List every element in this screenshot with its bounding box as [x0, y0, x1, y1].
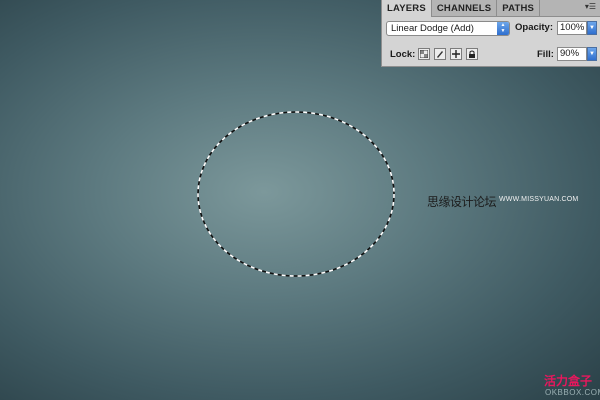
fill-label: Fill:: [537, 49, 554, 60]
tab-channels[interactable]: CHANNELS: [432, 0, 498, 16]
lock-transparent-pixels-icon[interactable]: [418, 48, 430, 60]
panel-menu-icon[interactable]: ▾☰: [585, 2, 596, 11]
tab-paths[interactable]: PATHS: [497, 0, 541, 16]
fill-dropdown-arrow-icon[interactable]: ▼: [587, 47, 597, 61]
tab-layers[interactable]: LAYERS: [382, 0, 432, 17]
blend-mode-select[interactable]: Linear Dodge (Add) ▲ ▼: [386, 21, 510, 36]
watermark-text: 思缘设计论坛: [427, 195, 497, 209]
blend-mode-value: Linear Dodge (Add): [391, 23, 474, 34]
lock-label: Lock:: [390, 49, 416, 60]
lock-image-pixels-icon[interactable]: [434, 48, 446, 60]
opacity-label: Opacity:: [515, 22, 554, 33]
layers-panel: LAYERS CHANNELS PATHS ▾☰ Linear Dodge (A…: [381, 0, 600, 67]
corner-logo-text: 活力盒子: [544, 374, 593, 388]
opacity-field[interactable]: 100%: [557, 21, 587, 35]
corner-logo-url: OKBBOX.COM: [545, 388, 600, 397]
fill-field[interactable]: 90%: [557, 47, 587, 61]
opacity-dropdown-arrow-icon[interactable]: ▼: [587, 21, 597, 35]
updown-arrows-icon: ▲ ▼: [497, 22, 509, 35]
lock-position-icon[interactable]: [450, 48, 462, 60]
watermark-url: WWW.MISSYUAN.COM: [499, 196, 579, 203]
blend-opacity-row: Linear Dodge (Add) ▲ ▼ Opacity: 100% ▼: [386, 21, 597, 37]
lock-all-icon[interactable]: [466, 48, 478, 60]
panel-tab-bar: LAYERS CHANNELS PATHS ▾☰: [382, 0, 600, 17]
